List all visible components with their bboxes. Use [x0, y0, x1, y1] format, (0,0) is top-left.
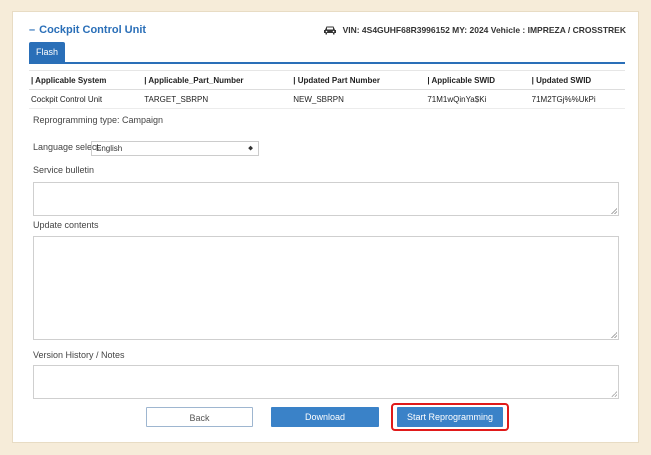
- vehicle-info-text: VIN: 4S4GUHF68R3996152 MY: 2024 Vehicle …: [342, 25, 626, 35]
- resize-grip-icon[interactable]: [611, 391, 617, 397]
- service-bulletin-field[interactable]: [33, 182, 619, 216]
- table-header-row: | Applicable System | Applicable_Part_Nu…: [29, 70, 625, 90]
- resize-grip-icon[interactable]: [611, 332, 617, 338]
- parts-table: | Applicable System | Applicable_Part_Nu…: [29, 70, 625, 109]
- version-history-field[interactable]: [33, 365, 619, 399]
- version-history-label: Version History / Notes: [33, 350, 125, 360]
- column-header: | Applicable SWID: [425, 70, 530, 90]
- table-cell: TARGET_SBRPN: [142, 89, 292, 109]
- column-header: | Updated Part Number: [291, 70, 426, 90]
- column-header: | Applicable_Part_Number: [142, 70, 292, 90]
- table-cell: 71M1wQinYa$Ki: [425, 89, 530, 109]
- resize-grip-icon[interactable]: [611, 208, 617, 214]
- start-reprogramming-button[interactable]: Start Reprogramming: [397, 407, 503, 427]
- vehicle-info: VIN: 4S4GUHF68R3996152 MY: 2024 Vehicle …: [323, 25, 626, 35]
- table-row: Cockpit Control Unit TARGET_SBRPN NEW_SB…: [29, 89, 625, 109]
- tab-flash[interactable]: Flash: [29, 42, 65, 62]
- car-icon: [323, 26, 336, 35]
- service-bulletin-label: Service bulletin: [33, 165, 95, 175]
- column-header: | Applicable System: [29, 70, 143, 90]
- language-select[interactable]: English ⬥: [91, 141, 259, 156]
- page-header: – Cockpit Control Unit VIN: 4S4GUHF68R399…: [29, 24, 626, 42]
- download-button[interactable]: Download: [271, 407, 379, 427]
- select-arrow-icon: ⬥: [248, 145, 253, 152]
- update-contents-label: Update contents: [33, 220, 99, 230]
- page-title: – Cockpit Control Unit: [29, 24, 146, 36]
- table-cell: 71M2TGj%%UkPi: [529, 89, 625, 109]
- table-cell: Cockpit Control Unit: [29, 89, 143, 109]
- reprogramming-type: Reprogramming type: Campaign: [33, 115, 164, 125]
- page-title-text: Cockpit Control Unit: [39, 24, 147, 36]
- column-header: | Updated SWID: [529, 70, 625, 90]
- language-select-value: English: [96, 144, 123, 153]
- table-cell: NEW_SBRPN: [291, 89, 426, 109]
- main-panel: – Cockpit Control Unit VIN: 4S4GUHF68R399…: [13, 12, 638, 442]
- collapse-dash-icon[interactable]: –: [29, 24, 35, 36]
- update-contents-field[interactable]: [33, 236, 619, 340]
- tab-strip: Flash: [29, 42, 625, 64]
- back-button[interactable]: Back: [146, 407, 253, 427]
